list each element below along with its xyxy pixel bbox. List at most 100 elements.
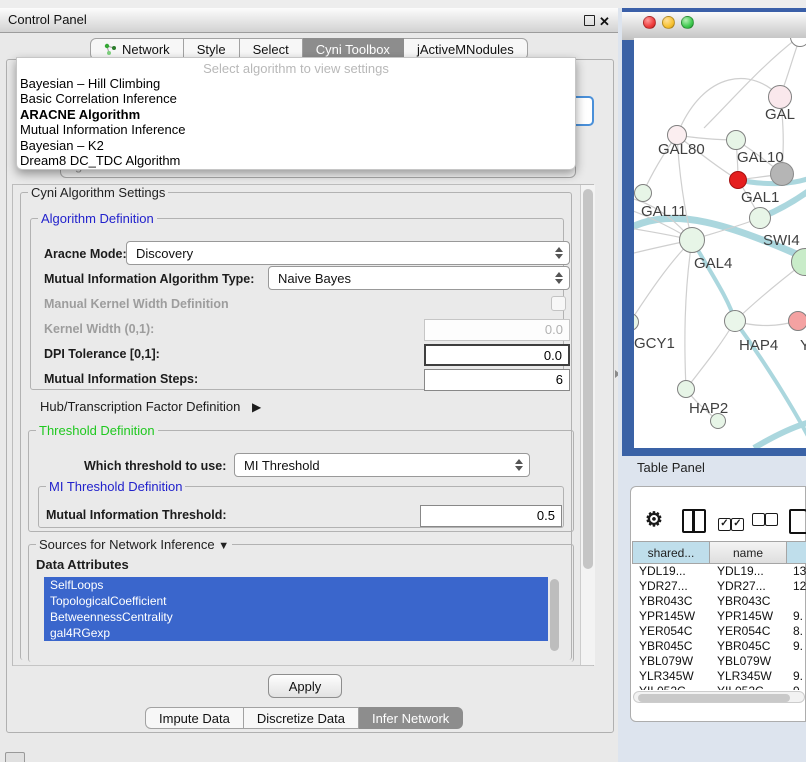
- table-row[interactable]: YER054CYER054C8.: [633, 624, 806, 639]
- scrollbar-thumb[interactable]: [638, 694, 790, 702]
- group-title: Algorithm Definition: [38, 211, 157, 226]
- show-columns-icon[interactable]: ✓✓: [718, 513, 744, 531]
- kernel-width-field[interactable]: 0.0: [424, 319, 570, 341]
- network-node[interactable]: [677, 380, 695, 398]
- algorithm-option[interactable]: Basic Correlation Inference: [17, 91, 575, 106]
- tab-label: Style: [197, 42, 226, 57]
- dpi-tolerance-field[interactable]: 0.0: [424, 344, 570, 366]
- combo-stepper-icon: [555, 242, 563, 264]
- group-title: MI Threshold Definition: [46, 479, 185, 494]
- dpi-tolerance-label: DPI Tolerance [0,1]:: [44, 347, 160, 361]
- network-node[interactable]: [749, 207, 771, 229]
- mi-steps-label: Mutual Information Steps:: [44, 372, 198, 386]
- aracne-mode-combobox[interactable]: Discovery: [126, 241, 570, 265]
- float-panel-icon[interactable]: [584, 15, 595, 26]
- expander-expanded-icon[interactable]: ▼: [218, 540, 229, 552]
- table-row[interactable]: YDL19...YDL19...13: [633, 564, 806, 579]
- list-item[interactable]: SelfLoops: [44, 577, 548, 593]
- group-title: Cyni Algorithm Settings: [28, 185, 168, 200]
- table-row[interactable]: YBL079WYBL079W: [633, 654, 806, 669]
- node-label: GAL: [765, 106, 795, 123]
- algorithm-dropdown-popup: Select algorithm to view settings Bayesi…: [16, 57, 576, 170]
- tab-label: Discretize Data: [257, 711, 345, 726]
- expander-collapsed-icon[interactable]: ▶: [252, 400, 261, 414]
- network-node[interactable]: [634, 184, 652, 202]
- top-strip: [0, 0, 806, 8]
- apply-button[interactable]: Apply: [268, 674, 342, 698]
- column-header-partial[interactable]: [787, 541, 806, 564]
- scrollbar-thumb[interactable]: [583, 189, 593, 569]
- algorithm-option[interactable]: Dream8 DC_TDC Algorithm: [17, 153, 575, 168]
- column-header-shared-name[interactable]: shared...: [632, 541, 710, 564]
- network-node[interactable]: [788, 311, 806, 331]
- table-row[interactable]: YIL052CYIL052C9: [633, 684, 806, 690]
- node-label: HAP2: [689, 400, 728, 417]
- network-node-selected-red[interactable]: [729, 171, 747, 189]
- window-frame: [622, 40, 634, 456]
- hub-definition-expander[interactable]: Hub/Transcription Factor Definition ▶: [40, 399, 261, 414]
- settings-scrollbar[interactable]: [580, 185, 595, 665]
- tab-label: Network: [122, 42, 170, 57]
- mi-threshold-label: Mutual Information Threshold:: [46, 508, 227, 522]
- minimize-traffic-light-icon[interactable]: [662, 16, 675, 29]
- algorithm-option[interactable]: Mutual Information Inference: [17, 122, 575, 137]
- aracne-mode-label: Aracne Mode:: [44, 247, 127, 261]
- tab-impute-data[interactable]: Impute Data: [145, 707, 244, 729]
- zoom-traffic-light-icon[interactable]: [681, 16, 694, 29]
- mi-threshold-field[interactable]: 0.5: [420, 505, 562, 527]
- bottom-tabs: Impute Data Discretize Data Infer Networ…: [145, 707, 463, 729]
- algorithm-option[interactable]: Bayesian – Hill Climbing: [17, 76, 575, 91]
- tab-discretize-data[interactable]: Discretize Data: [244, 707, 359, 729]
- manual-kernel-label: Manual Kernel Width Definition: [44, 297, 229, 311]
- tab-label: Infer Network: [372, 711, 449, 726]
- node-label: GCY1: [634, 335, 675, 352]
- network-node[interactable]: [726, 130, 746, 150]
- docked-panel-icon[interactable]: [5, 752, 25, 762]
- aracne-mode-value: Discovery: [136, 246, 193, 261]
- combo-stepper-icon: [515, 454, 523, 476]
- list-item[interactable]: BetweennessCentrality: [44, 609, 548, 625]
- close-traffic-light-icon[interactable]: [643, 16, 656, 29]
- which-threshold-label: Which threshold to use:: [84, 459, 226, 473]
- table-row[interactable]: YBR043CYBR043C: [633, 594, 806, 609]
- table-row[interactable]: YLR345WYLR345W9.: [633, 669, 806, 684]
- gear-icon[interactable]: ⚙: [645, 507, 663, 532]
- tab-label: Cyni Toolbox: [316, 42, 390, 57]
- panel-title: Control Panel: [8, 8, 87, 32]
- tab-label: Select: [253, 42, 289, 57]
- list-item[interactable]: TopologicalCoefficient: [44, 593, 548, 609]
- mi-steps-field[interactable]: 6: [424, 369, 570, 391]
- algorithm-option-selected[interactable]: ARACNE Algorithm: [17, 107, 575, 122]
- column-header-name[interactable]: name: [710, 541, 787, 564]
- tab-label: jActiveMNodules: [417, 42, 514, 57]
- close-icon[interactable]: ✕: [599, 13, 610, 31]
- mi-type-combobox[interactable]: Naive Bayes: [268, 266, 570, 290]
- control-panel-titlebar: Control Panel: [0, 8, 618, 33]
- table-horizontal-scrollbar[interactable]: [633, 691, 805, 703]
- table-body[interactable]: YDL19...YDL19...13 YDR27...YDR27...12 YB…: [633, 564, 806, 690]
- table-row[interactable]: YDR27...YDR27...12: [633, 579, 806, 594]
- node-label: SWI4: [763, 232, 800, 249]
- table-row[interactable]: YPR145WYPR145W9.: [633, 609, 806, 624]
- list-scrollbar-thumb[interactable]: [550, 579, 559, 651]
- export-table-icon[interactable]: [789, 509, 806, 534]
- data-attributes-label: Data Attributes: [36, 557, 129, 572]
- network-canvas[interactable]: GAL GAL80 GAL10 GAL1 GAL11 SWI4 GAL4 GCY…: [634, 38, 806, 448]
- node-label: Y: [800, 337, 806, 354]
- hide-columns-icon[interactable]: [752, 513, 778, 531]
- data-attributes-list: SelfLoops TopologicalCoefficient Between…: [44, 577, 560, 658]
- network-node[interactable]: [679, 227, 705, 253]
- split-view-icon[interactable]: [682, 509, 706, 533]
- node-label: GAL80: [658, 141, 705, 158]
- table-panel-title: Table Panel: [637, 460, 705, 475]
- table-row[interactable]: YBR045CYBR045C9.: [633, 639, 806, 654]
- mi-type-label: Mutual Information Algorithm Type:: [44, 272, 254, 286]
- tab-infer-network[interactable]: Infer Network: [359, 707, 463, 729]
- list-item[interactable]: gal4RGexp: [44, 625, 548, 641]
- node-label: GAL1: [741, 189, 779, 206]
- manual-kernel-checkbox[interactable]: [551, 296, 566, 311]
- mi-type-value: Naive Bayes: [278, 271, 351, 286]
- algorithm-option[interactable]: Bayesian – K2: [17, 138, 575, 153]
- which-threshold-combobox[interactable]: MI Threshold: [234, 453, 530, 477]
- network-node[interactable]: [724, 310, 746, 332]
